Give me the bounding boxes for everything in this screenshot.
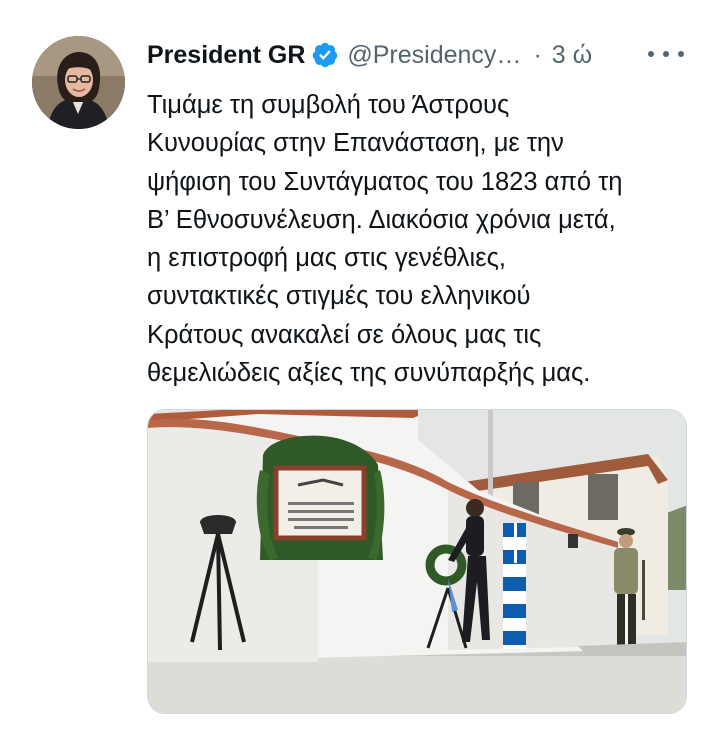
- more-dot: [678, 51, 684, 57]
- avatar[interactable]: [32, 36, 125, 129]
- tweet-text-line: Β’ Εθνοσυνέλευση. Διακόσια χρόνια μετά,: [147, 205, 616, 234]
- tweet-text-line: συντακτικές στιγμές του ελληνικού: [147, 282, 531, 311]
- tweet-media-photo[interactable]: [147, 409, 687, 714]
- more-horizontal-icon[interactable]: [648, 42, 684, 66]
- tweet-text-line: η επιστροφή μας στις γενέθλιες,: [147, 244, 506, 273]
- verified-badge-icon: [311, 41, 339, 69]
- tweet-timestamp[interactable]: 3 ώ: [552, 41, 592, 70]
- tweet-card[interactable]: President GR @Presidency… · 3 ώ Τιμάμε τ…: [0, 0, 720, 731]
- tweet-text-line: Τιμάμε τη συμβολή του Άστρους: [147, 91, 510, 119]
- more-dot: [663, 51, 669, 57]
- author-display-name[interactable]: President GR: [147, 41, 305, 70]
- tweet-text-line: Κράτους ανακαλεί σε όλους μας τις: [147, 320, 542, 349]
- tweet-text: Τιμάμε τη συμβολή του Άστρους Κυνουρίας …: [147, 86, 707, 392]
- author-handle[interactable]: @Presidency…: [347, 41, 521, 70]
- tweet-text-line: θεμελιώδεις αξίες της συνύπαρξής μας.: [147, 359, 591, 388]
- ceremony-photo: [148, 410, 686, 713]
- tweet-header: President GR @Presidency… · 3 ώ: [147, 38, 692, 72]
- more-dot: [648, 51, 654, 57]
- tweet-text-line: Κυνουρίας στην Επανάσταση, με την: [147, 129, 564, 158]
- header-separator: ·: [533, 40, 542, 69]
- tweet-text-line: ψήφιση του Συντάγματος του 1823 από τη: [147, 167, 623, 196]
